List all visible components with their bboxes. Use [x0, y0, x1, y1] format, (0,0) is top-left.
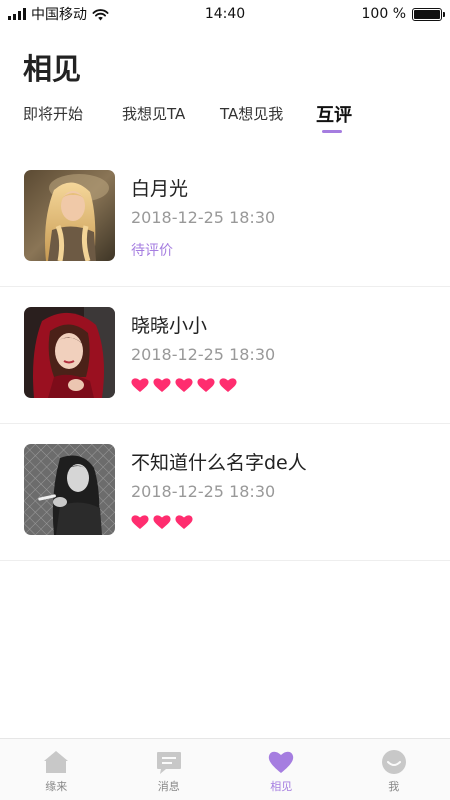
status-right: 100 % — [361, 6, 445, 22]
tabbar-item-home[interactable]: 缘来 — [0, 739, 113, 800]
item-name: 晓晓小小 — [131, 315, 208, 337]
rating-hearts — [131, 377, 237, 393]
item-name: 白月光 — [131, 178, 189, 200]
heart-icon — [153, 515, 171, 529]
rating-hearts — [131, 514, 193, 530]
review-list: 白月光 2018-12-25 18:30 待评价 晓晓小小 2018-12-25… — [0, 150, 450, 561]
tab-wants-to-meet-me[interactable]: TA想见我 — [220, 103, 283, 124]
list-item[interactable]: 晓晓小小 2018-12-25 18:30 — [0, 287, 450, 424]
tab-upcoming[interactable]: 即将开始 — [23, 103, 83, 124]
tab-bar-top: 即将开始 我想见TA TA想见我 互评 — [0, 103, 450, 139]
tabbar-label: 我 — [388, 780, 400, 793]
tabbar-item-me[interactable]: 我 — [338, 739, 450, 800]
heart-icon — [175, 378, 193, 392]
profile-face-icon — [381, 750, 406, 774]
avatar — [24, 444, 115, 535]
heart-icon — [197, 378, 215, 392]
tabbar-label: 缘来 — [45, 780, 68, 793]
list-item[interactable]: 白月光 2018-12-25 18:30 待评价 — [0, 150, 450, 287]
battery-percent: 100 % — [361, 6, 406, 22]
list-item[interactable]: 不知道什么名字de人 2018-12-25 18:30 — [0, 424, 450, 561]
bottom-tab-bar: 缘来 消息 相见 我 — [0, 738, 450, 800]
message-icon — [156, 752, 181, 774]
page-title: 相见 — [23, 52, 82, 86]
tabbar-item-meet[interactable]: 相见 — [225, 739, 338, 800]
avatar — [24, 307, 115, 398]
item-name: 不知道什么名字de人 — [131, 452, 307, 474]
tab-mutual-review[interactable]: 互评 — [316, 101, 352, 127]
heart-icon — [131, 515, 149, 529]
item-time: 2018-12-25 18:30 — [131, 482, 276, 501]
item-time: 2018-12-25 18:30 — [131, 208, 276, 227]
signal-icon — [8, 8, 26, 20]
status-left: 中国移动 — [8, 4, 109, 24]
status-bar: 中国移动 14:40 100 % — [0, 0, 450, 28]
heart-icon — [269, 751, 294, 773]
battery-icon — [412, 7, 445, 21]
home-icon — [44, 751, 69, 773]
carrier-label: 中国移动 — [31, 7, 87, 23]
tab-i-want-to-meet[interactable]: 我想见TA — [122, 103, 185, 124]
tabbar-item-messages[interactable]: 消息 — [113, 739, 226, 800]
pending-review-link[interactable]: 待评价 — [131, 240, 173, 260]
heart-icon — [175, 515, 193, 529]
heart-icon — [219, 378, 237, 392]
avatar — [24, 170, 115, 261]
active-tab-indicator — [322, 130, 342, 133]
heart-icon — [153, 378, 171, 392]
tabbar-label: 相见 — [270, 780, 293, 793]
heart-icon — [131, 378, 149, 392]
tabbar-label: 消息 — [157, 780, 180, 793]
item-time: 2018-12-25 18:30 — [131, 345, 276, 364]
wifi-icon — [92, 8, 109, 20]
